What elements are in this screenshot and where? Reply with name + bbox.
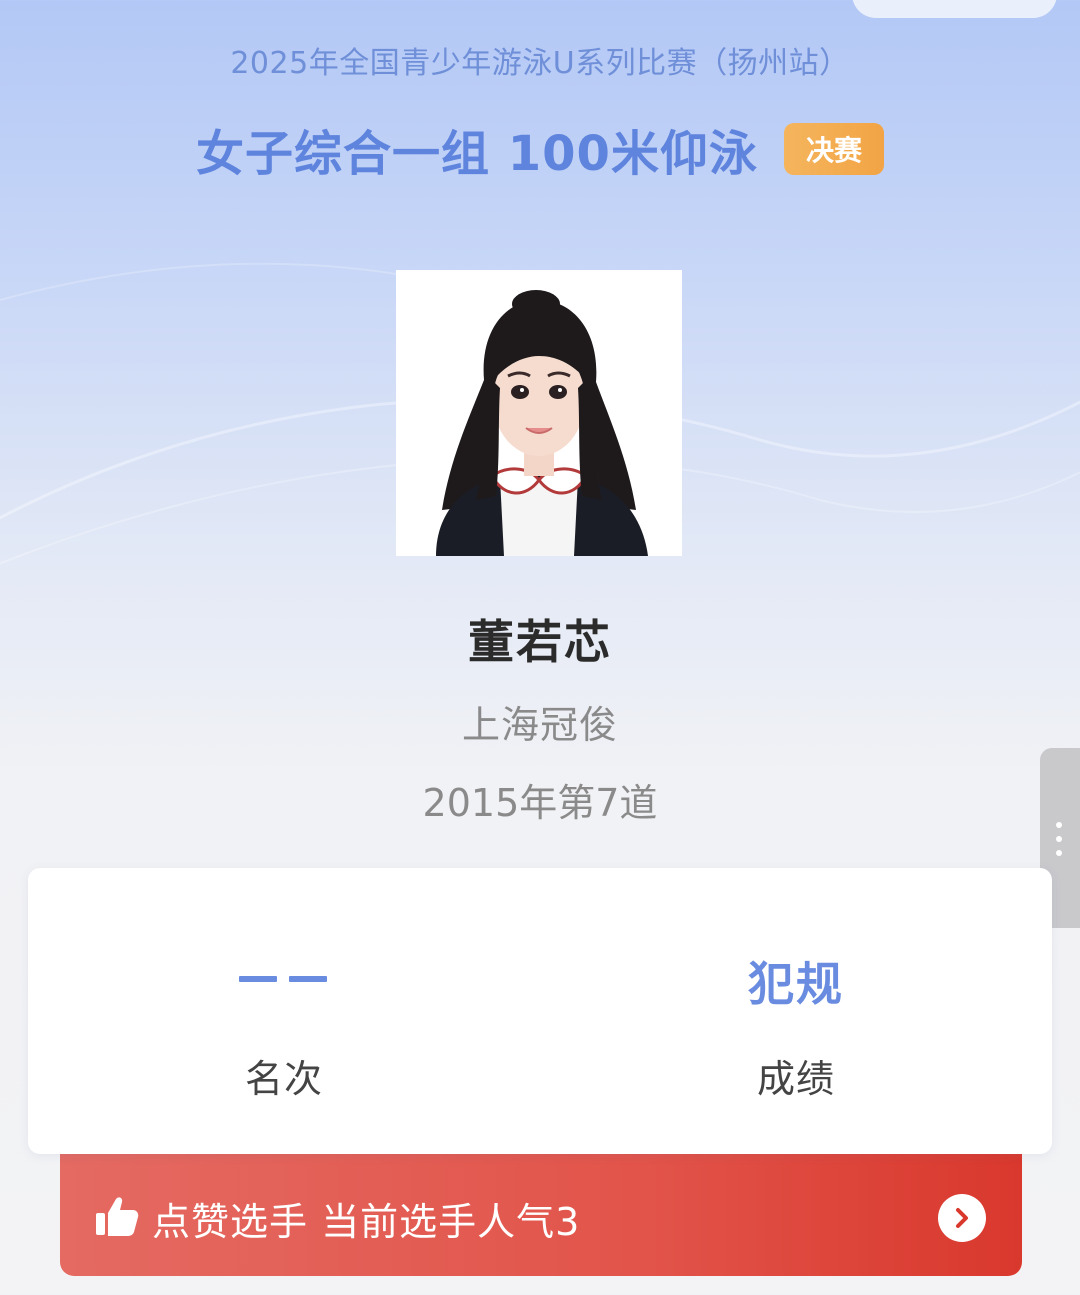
rank-label: 名次 — [244, 1057, 323, 1101]
stage-badge: 决赛 — [783, 123, 884, 175]
chevron-right-icon[interactable] — [938, 1194, 986, 1242]
rank-column: —— 名次 — [28, 868, 540, 1154]
rank-value — [239, 976, 327, 982]
score-label: 成绩 — [756, 1057, 835, 1101]
event-title: 女子综合一组 100米仰泳 — [196, 126, 758, 182]
event-header: 女子综合一组 100米仰泳 决赛 — [0, 114, 1080, 184]
competition-title: 2025年全国青少年游泳U系列比赛（扬州站） — [230, 46, 850, 81]
top-pill-button[interactable] — [852, 0, 1057, 18]
more-dots-icon — [1056, 822, 1062, 856]
athlete-photo — [396, 270, 682, 556]
rank-value-text: —— — [28, 868, 29, 869]
thumbs-up-icon — [94, 1193, 140, 1243]
athlete-name: 董若芯 — [468, 615, 612, 669]
athlete-birth-lane: 2015年第7道 — [422, 781, 658, 825]
like-content: 点赞选手 当前选手人气3 — [94, 1190, 580, 1246]
result-card: —— 名次 犯规 成绩 — [28, 868, 1052, 1154]
score-column: 犯规 成绩 — [540, 868, 1052, 1154]
like-text: 点赞选手 当前选手人气3 — [152, 1199, 581, 1244]
score-value: 犯规 — [748, 957, 844, 1011]
athlete-club: 上海冠俊 — [461, 703, 618, 747]
